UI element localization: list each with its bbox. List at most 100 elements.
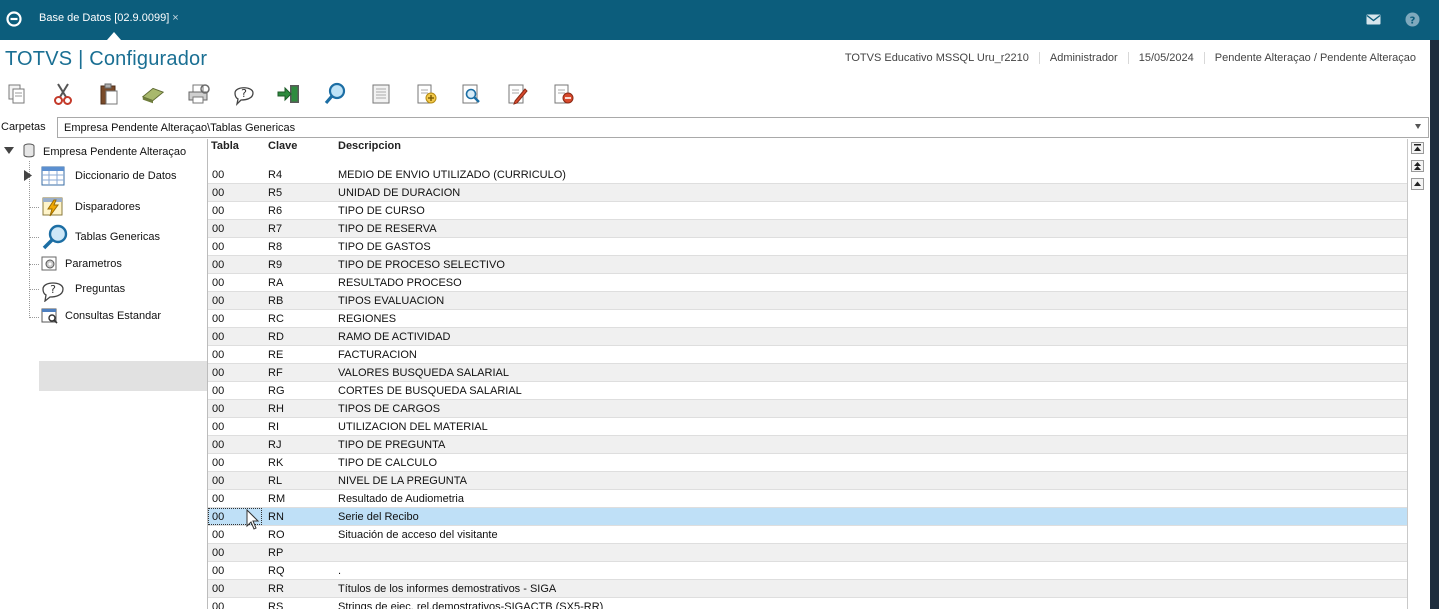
totvs-logo-icon[interactable] bbox=[6, 11, 22, 27]
help-icon[interactable]: ? bbox=[1405, 12, 1420, 27]
cell-descripcion[interactable]: UTILIZACION DEL MATERIAL bbox=[338, 421, 488, 433]
column-header-tabla[interactable]: Tabla bbox=[211, 140, 239, 152]
table-row[interactable]: 00 RS Strings de ejec. rel.demostrativos-S… bbox=[208, 598, 1408, 609]
cell-descripcion[interactable]: TIPOS EVALUACION bbox=[338, 295, 444, 307]
cell-descripcion[interactable]: UNIDAD DE DURACION bbox=[338, 187, 460, 199]
cell-descripcion[interactable]: CORTES DE BUSQUEDA SALARIAL bbox=[338, 385, 522, 397]
cell-clave[interactable]: RG bbox=[268, 385, 285, 397]
scroll-page-up-button[interactable] bbox=[1411, 160, 1424, 172]
cell-tabla[interactable]: 00 bbox=[212, 313, 224, 325]
cell-clave[interactable]: RE bbox=[268, 349, 283, 361]
tree-item-consultas[interactable]: Consultas Estandar bbox=[65, 310, 161, 322]
cell-descripcion[interactable]: TIPO DE PROCESO SELECTIVO bbox=[338, 259, 505, 271]
table-row[interactable]: 00 RK TIPO DE CALCULO bbox=[208, 454, 1408, 472]
table-row[interactable]: 00 RJ TIPO DE PREGUNTA bbox=[208, 436, 1408, 454]
cell-descripcion[interactable]: TIPO DE PREGUNTA bbox=[338, 439, 445, 451]
cell-clave[interactable]: RH bbox=[268, 403, 284, 415]
cell-clave[interactable]: R5 bbox=[268, 187, 282, 199]
cell-clave[interactable]: RS bbox=[268, 601, 283, 609]
table-row[interactable]: 00 RF VALORES BUSQUEDA SALARIAL bbox=[208, 364, 1408, 382]
scroll-top-button[interactable] bbox=[1411, 142, 1424, 154]
table-row[interactable]: 00 RB TIPOS EVALUACION bbox=[208, 292, 1408, 310]
table-row[interactable]: 00 RG CORTES DE BUSQUEDA SALARIAL bbox=[208, 382, 1408, 400]
cell-tabla[interactable]: 00 bbox=[212, 475, 224, 487]
cell-clave[interactable]: RD bbox=[268, 331, 284, 343]
table-row[interactable]: 00 R6 TIPO DE CURSO bbox=[208, 202, 1408, 220]
table-row[interactable]: 00 R9 TIPO DE PROCESO SELECTIVO bbox=[208, 256, 1408, 274]
cell-clave[interactable]: R9 bbox=[268, 259, 282, 271]
table-row[interactable]: 00 R4 MEDIO DE ENVIO UTILIZADO (CURRICULO) bbox=[208, 166, 1408, 184]
table-row[interactable]: 00 RD RAMO DE ACTIVIDAD bbox=[208, 328, 1408, 346]
table-row[interactable]: 00 RE FACTURACION bbox=[208, 346, 1408, 364]
cell-clave[interactable]: R8 bbox=[268, 241, 282, 253]
cell-descripcion[interactable]: TIPOS DE CARGOS bbox=[338, 403, 440, 415]
table-row[interactable]: 00 RN Serie del Recibo bbox=[208, 508, 1408, 526]
cell-tabla[interactable]: 00 bbox=[212, 457, 224, 469]
cell-tabla[interactable]: 00 bbox=[212, 223, 224, 235]
exit-button[interactable] bbox=[276, 80, 302, 108]
delete-button[interactable] bbox=[550, 80, 576, 108]
search-button[interactable] bbox=[322, 80, 348, 108]
table-row[interactable]: 00 R5 UNIDAD DE DURACION bbox=[208, 184, 1408, 202]
help-button[interactable]: ? bbox=[231, 80, 257, 108]
cell-descripcion[interactable]: RESULTADO PROCESO bbox=[338, 277, 462, 289]
tree-item-tablas-genericas[interactable]: Tablas Genericas bbox=[75, 231, 160, 243]
cell-tabla[interactable]: 00 bbox=[212, 349, 224, 361]
cell-tabla[interactable]: 00 bbox=[212, 601, 224, 609]
cell-clave[interactable]: R6 bbox=[268, 205, 282, 217]
cell-clave[interactable]: RK bbox=[268, 457, 283, 469]
cell-clave[interactable]: R4 bbox=[268, 169, 282, 181]
cell-tabla[interactable]: 00 bbox=[212, 331, 224, 343]
add-button[interactable] bbox=[413, 80, 439, 108]
table-row[interactable]: 00 RH TIPOS DE CARGOS bbox=[208, 400, 1408, 418]
table-row[interactable]: 00 RP bbox=[208, 544, 1408, 562]
cut-button[interactable] bbox=[50, 80, 76, 108]
table-row[interactable]: 00 R8 TIPO DE GASTOS bbox=[208, 238, 1408, 256]
cell-clave[interactable]: RB bbox=[268, 295, 283, 307]
cell-descripcion[interactable]: FACTURACION bbox=[338, 349, 417, 361]
tree-item-preguntas[interactable]: Preguntas bbox=[75, 283, 125, 295]
cell-tabla[interactable]: 00 bbox=[212, 385, 224, 397]
tab-close-icon[interactable]: × bbox=[172, 12, 178, 24]
table-row[interactable]: 00 RL NIVEL DE LA PREGUNTA bbox=[208, 472, 1408, 490]
table-row[interactable]: 00 RA RESULTADO PROCESO bbox=[208, 274, 1408, 292]
cell-tabla[interactable]: 00 bbox=[212, 403, 224, 415]
cell-clave[interactable]: RQ bbox=[268, 565, 285, 577]
table-row[interactable]: 00 RO Situación de acceso del visitante bbox=[208, 526, 1408, 544]
cell-tabla[interactable]: 00 bbox=[212, 547, 224, 559]
cell-descripcion[interactable]: VALORES BUSQUEDA SALARIAL bbox=[338, 367, 509, 379]
vertical-scrollbar[interactable] bbox=[1407, 139, 1427, 609]
cell-descripcion[interactable]: TIPO DE CURSO bbox=[338, 205, 425, 217]
cell-descripcion[interactable]: RAMO DE ACTIVIDAD bbox=[338, 331, 450, 343]
tree-root-label[interactable]: Empresa Pendente Alteraçao bbox=[43, 146, 186, 158]
cell-clave[interactable]: RC bbox=[268, 313, 284, 325]
table-row[interactable]: 00 R7 TIPO DE RESERVA bbox=[208, 220, 1408, 238]
table-row[interactable]: 00 RC REGIONES bbox=[208, 310, 1408, 328]
cell-tabla[interactable]: 00 bbox=[212, 367, 224, 379]
cell-tabla[interactable]: 00 bbox=[212, 529, 224, 541]
cell-descripcion[interactable]: Títulos de los informes demostrativos - … bbox=[338, 583, 556, 595]
cell-clave[interactable]: RO bbox=[268, 529, 285, 541]
cell-tabla[interactable]: 00 bbox=[212, 421, 224, 433]
cell-clave[interactable]: RR bbox=[268, 583, 284, 595]
table-row[interactable]: 00 RM Resultado de Audiometria bbox=[208, 490, 1408, 508]
edit-button[interactable] bbox=[504, 80, 530, 108]
preview-button[interactable] bbox=[458, 80, 484, 108]
cell-tabla[interactable]: 00 bbox=[212, 187, 224, 199]
copy-button[interactable] bbox=[4, 80, 30, 108]
cell-clave[interactable]: RF bbox=[268, 367, 283, 379]
cell-descripcion[interactable]: TIPO DE GASTOS bbox=[338, 241, 431, 253]
tree-item-diccionario[interactable]: Diccionario de Datos bbox=[75, 170, 177, 182]
table-row[interactable]: 00 RI UTILIZACION DEL MATERIAL bbox=[208, 418, 1408, 436]
cell-tabla[interactable]: 00 bbox=[212, 241, 224, 253]
cell-descripcion[interactable]: MEDIO DE ENVIO UTILIZADO (CURRICULO) bbox=[338, 169, 566, 181]
cell-tabla[interactable]: 00 bbox=[212, 277, 224, 289]
cell-descripcion[interactable]: TIPO DE RESERVA bbox=[338, 223, 437, 235]
table-row[interactable]: 00 RR Títulos de los informes demostrativo… bbox=[208, 580, 1408, 598]
cell-clave[interactable]: RI bbox=[268, 421, 279, 433]
cell-tabla[interactable]: 00 bbox=[212, 493, 224, 505]
print-button[interactable] bbox=[186, 80, 212, 108]
folder-path-select[interactable]: Empresa Pendente Alteraçao\Tablas Generi… bbox=[57, 117, 1429, 138]
cell-tabla[interactable]: 00 bbox=[212, 565, 224, 577]
cell-descripcion[interactable]: Strings de ejec. rel.demostrativos-SIGAC… bbox=[338, 601, 603, 609]
